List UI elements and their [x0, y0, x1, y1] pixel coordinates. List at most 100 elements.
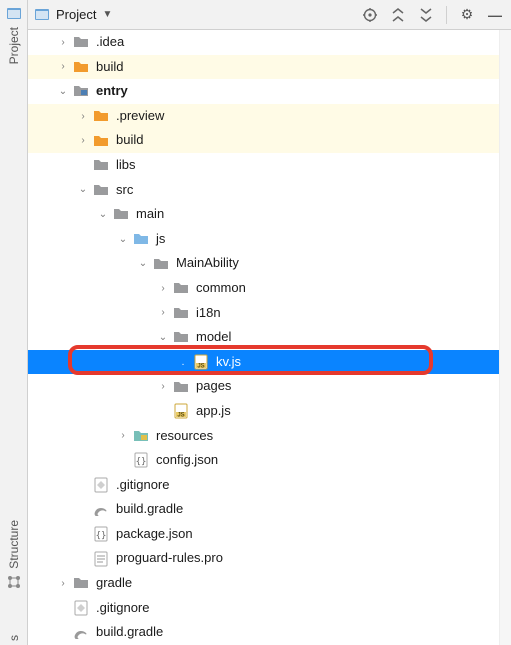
side-tab-label: s	[7, 635, 21, 641]
tree-label: package.json	[116, 522, 193, 547]
folder-icon	[172, 304, 190, 322]
json-file-icon: {}	[132, 451, 150, 469]
tree-row-entry[interactable]: ⌄ entry	[28, 79, 499, 104]
side-rail: Project Structure s	[0, 0, 28, 645]
chevron-down-icon: ⌄	[76, 183, 90, 197]
tree-row-proguard[interactable]: . proguard-rules.pro	[28, 546, 499, 571]
tree-row-gitignore-root[interactable]: . .gitignore	[28, 596, 499, 621]
tree-row-packagejson[interactable]: . {} package.json	[28, 522, 499, 547]
tree-row-resources[interactable]: › resources	[28, 424, 499, 449]
chevron-right-icon: ›	[56, 60, 70, 74]
folder-icon	[92, 156, 110, 174]
tree-row-src[interactable]: ⌄ src	[28, 178, 499, 203]
module-folder-icon	[72, 82, 90, 100]
tree-label: .preview	[116, 104, 164, 129]
tree-row-mainability[interactable]: ⌄ MainAbility	[28, 251, 499, 276]
blank-twisty: .	[56, 626, 70, 640]
blank-twisty: .	[156, 404, 170, 418]
tree-row-appjs[interactable]: . JS app.js	[28, 399, 499, 424]
tree-row-main[interactable]: ⌄ main	[28, 202, 499, 227]
tree-row-idea[interactable]: › .idea	[28, 30, 499, 55]
tree-row-build-gradle-root[interactable]: . build.gradle	[28, 620, 499, 645]
resource-folder-icon	[132, 427, 150, 445]
tree-row-build-entry[interactable]: › build	[28, 128, 499, 153]
folder-icon	[172, 328, 190, 346]
chevron-right-icon: ›	[56, 576, 70, 590]
tree-row-gitignore-entry[interactable]: . .gitignore	[28, 473, 499, 498]
tree-label: .idea	[96, 30, 124, 55]
folder-icon	[92, 132, 110, 150]
tree-label: build.gradle	[96, 620, 163, 645]
tree-row-build-root[interactable]: › build	[28, 55, 499, 80]
tree-label: model	[196, 325, 231, 350]
tree-label: kv.js	[216, 350, 241, 375]
side-tab-label: Structure	[7, 520, 21, 569]
blank-twisty: .	[76, 503, 90, 517]
tree-row-js[interactable]: ⌄ js	[28, 227, 499, 252]
chevron-down-icon: ⌄	[96, 207, 110, 221]
tree-row-configjson[interactable]: . {} config.json	[28, 448, 499, 473]
folder-icon	[72, 574, 90, 592]
project-tree-pane: › .idea › build ⌄ entry › .preview › bu	[28, 30, 511, 645]
tree-row-gradle-root[interactable]: › gradle	[28, 571, 499, 596]
tree-row-preview[interactable]: › .preview	[28, 104, 499, 129]
project-toolbar: Project ▼ ⚙ —	[28, 0, 511, 30]
separator	[446, 6, 447, 24]
tree-label: app.js	[196, 399, 231, 424]
tree-row-libs[interactable]: › libs	[28, 153, 499, 178]
gitignore-icon	[72, 599, 90, 617]
tree-label: build.gradle	[116, 497, 183, 522]
tree-label: pages	[196, 374, 231, 399]
folder-icon	[72, 33, 90, 51]
chevron-right-icon: ›	[156, 380, 170, 394]
chevron-down-icon: ⌄	[156, 330, 170, 344]
tree-label: config.json	[156, 448, 218, 473]
side-tab-project[interactable]: Project	[4, 6, 24, 64]
side-tab-s[interactable]: s	[4, 635, 24, 641]
chevron-down-icon: ⌄	[116, 232, 130, 246]
json-file-icon: {}	[92, 525, 110, 543]
expand-all-icon[interactable]	[388, 5, 408, 25]
tree-label: proguard-rules.pro	[116, 546, 223, 571]
blank-twisty: .	[176, 355, 190, 369]
svg-text:{}: {}	[136, 457, 147, 467]
gradle-file-icon	[72, 624, 90, 642]
project-scope-combo[interactable]: Project ▼	[34, 7, 112, 23]
js-file-icon: JS	[172, 402, 190, 420]
tree-label: build	[116, 128, 143, 153]
locate-icon[interactable]	[360, 5, 380, 25]
folder-icon	[172, 279, 190, 297]
chevron-down-icon: ⌄	[56, 84, 70, 98]
scrollbar-vertical[interactable]	[499, 30, 511, 645]
tree-label: i18n	[196, 301, 221, 326]
chevron-right-icon: ›	[56, 35, 70, 49]
blank-twisty: .	[56, 601, 70, 615]
tree-row-pages[interactable]: › pages	[28, 374, 499, 399]
tree-label: MainAbility	[176, 251, 239, 276]
tree-row-common[interactable]: › common	[28, 276, 499, 301]
tree-row-model[interactable]: ⌄ model	[28, 325, 499, 350]
tree-label: libs	[116, 153, 136, 178]
tree-row-build-gradle-entry[interactable]: . build.gradle	[28, 497, 499, 522]
svg-text:JS: JS	[197, 364, 204, 370]
side-tab-structure[interactable]: Structure	[4, 520, 24, 590]
chevron-down-icon: ⌄	[136, 257, 150, 271]
tree-label: build	[96, 55, 123, 80]
gear-icon[interactable]: ⚙	[457, 5, 477, 25]
gradle-file-icon	[92, 501, 110, 519]
hide-icon[interactable]: —	[485, 5, 505, 25]
tree-row-kvjs[interactable]: . JS kv.js	[28, 350, 499, 375]
folder-icon	[72, 58, 90, 76]
gitignore-icon	[92, 476, 110, 494]
chevron-right-icon: ›	[76, 134, 90, 148]
tree-row-i18n[interactable]: › i18n	[28, 301, 499, 326]
blank-twisty: .	[76, 478, 90, 492]
project-tree[interactable]: › .idea › build ⌄ entry › .preview › bu	[28, 30, 499, 645]
tree-label: resources	[156, 424, 213, 449]
js-file-icon: JS	[192, 353, 210, 371]
tree-label: entry	[96, 79, 128, 104]
collapse-all-icon[interactable]	[416, 5, 436, 25]
blank-twisty: ›	[76, 158, 90, 172]
chevron-down-icon: ▼	[102, 9, 112, 20]
folder-icon	[152, 255, 170, 273]
